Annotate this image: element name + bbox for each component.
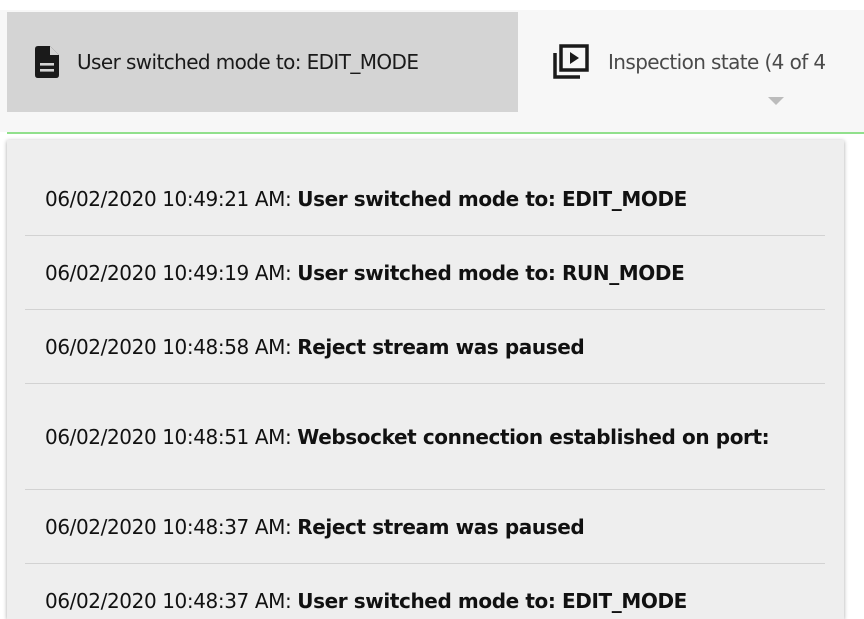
log-item[interactable]: 06/02/2020 10:49:19 AM: User switched mo… xyxy=(25,236,825,310)
log-item[interactable]: 06/02/2020 10:48:37 AM: Reject stream wa… xyxy=(25,490,825,564)
log-item[interactable]: 06/02/2020 10:49:21 AM: User switched mo… xyxy=(25,162,825,236)
tab-last-event[interactable]: User switched mode to: EDIT_MODE xyxy=(7,12,518,112)
tab-inspection-state-label: Inspection state (4 of 4 xyxy=(608,50,826,74)
document-icon xyxy=(35,46,59,78)
log-timestamp: 06/02/2020 10:48:58 AM: xyxy=(45,334,292,359)
log-timestamp: 06/02/2020 10:49:19 AM: xyxy=(45,260,292,285)
log-message: User switched mode to: EDIT_MODE xyxy=(297,186,687,211)
play-stack-icon xyxy=(552,44,590,80)
tab-last-event-label: User switched mode to: EDIT_MODE xyxy=(77,50,419,74)
log-item[interactable]: 06/02/2020 10:48:58 AM: Reject stream wa… xyxy=(25,310,825,384)
log-timestamp: 06/02/2020 10:48:37 AM: xyxy=(45,514,292,539)
log-message: Websocket connection established on port… xyxy=(297,424,770,449)
log-item[interactable]: 06/02/2020 10:48:51 AM: Websocket connec… xyxy=(25,384,825,490)
chevron-down-icon[interactable] xyxy=(768,97,784,105)
log-item[interactable]: 06/02/2020 10:48:37 AM: User switched mo… xyxy=(25,564,825,619)
log-timestamp: 06/02/2020 10:48:37 AM: xyxy=(45,588,292,613)
log-timestamp: 06/02/2020 10:48:51 AM: xyxy=(45,424,292,449)
app-window: User switched mode to: EDIT_MODE Inspect… xyxy=(0,0,864,619)
accent-divider xyxy=(7,132,864,134)
log-message: User switched mode to: EDIT_MODE xyxy=(297,588,687,613)
log-timestamp: 06/02/2020 10:49:21 AM: xyxy=(45,186,292,211)
log-message: Reject stream was paused xyxy=(297,334,585,359)
event-log-dropdown: 06/02/2020 10:49:21 AM: User switched mo… xyxy=(7,140,844,619)
log-message: Reject stream was paused xyxy=(297,514,585,539)
event-log-list: 06/02/2020 10:49:21 AM: User switched mo… xyxy=(25,162,825,619)
log-message: User switched mode to: RUN_MODE xyxy=(297,260,685,285)
tab-inspection-state[interactable]: Inspection state (4 of 4 xyxy=(552,12,864,112)
